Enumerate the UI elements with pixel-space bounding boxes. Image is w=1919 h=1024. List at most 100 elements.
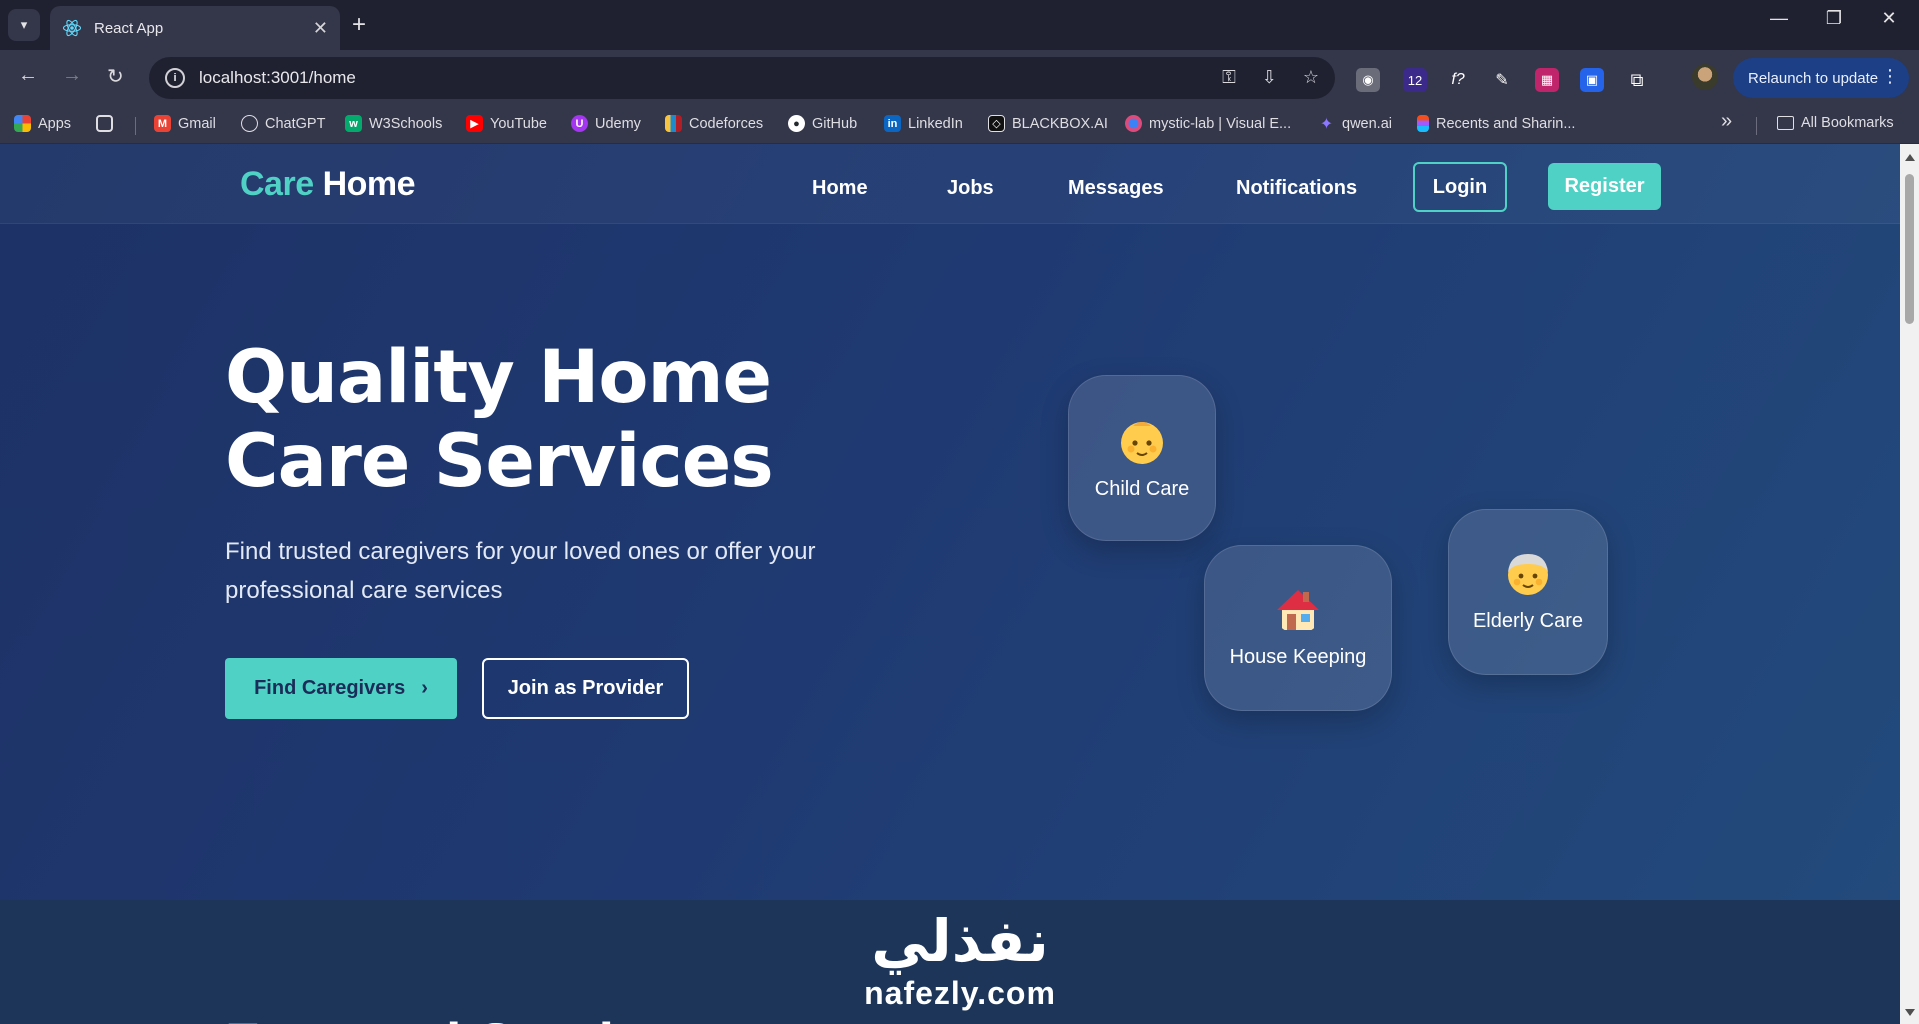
function-extension-icon[interactable]: f?	[1446, 68, 1470, 92]
linkedin-icon: in	[884, 115, 901, 132]
relaunch-label: Relaunch to update	[1748, 69, 1879, 87]
reload-button[interactable]: ↻	[107, 64, 124, 89]
service-label: Elderly Care	[1472, 610, 1584, 632]
watermark-arabic-text: نفذلي	[871, 907, 1049, 975]
service-label: House Keeping	[1229, 646, 1367, 668]
bookmark-label: W3Schools	[369, 115, 443, 132]
scrollbar-thumb[interactable]	[1905, 174, 1914, 324]
chevron-right-icon: ›	[421, 677, 428, 699]
bookmark-label: ChatGPT	[265, 115, 326, 132]
extension-badge-count: 12	[1407, 72, 1423, 88]
tab-search-button[interactable]: ▾	[8, 9, 40, 41]
scroll-up-arrow-icon[interactable]	[1905, 154, 1915, 161]
hero-subtitle: Find trusted caregivers for your loved o…	[225, 538, 816, 604]
udemy-icon: U	[571, 115, 588, 132]
window-extension-icon[interactable]: ▣	[1580, 68, 1604, 92]
tab-groups-button[interactable]	[96, 115, 120, 132]
bookmark-linkedin[interactable]: in LinkedIn	[884, 115, 963, 132]
bookmark-blackbox[interactable]: ◇ BLACKBOX.AI	[988, 115, 1108, 132]
tab-close-icon[interactable]: ✕	[313, 18, 328, 39]
all-bookmarks-button[interactable]: All Bookmarks	[1777, 115, 1894, 131]
register-button[interactable]: Register	[1548, 163, 1661, 210]
bookmark-separator	[135, 117, 136, 135]
more-bookmarks-chevron-icon[interactable]: »	[1721, 110, 1732, 133]
new-tab-button[interactable]: +	[352, 12, 366, 38]
site-navbar: Care Home Home Jobs Messages Notificatio…	[0, 144, 1900, 224]
service-card-elderly-care[interactable]: Elderly Care	[1448, 509, 1608, 675]
nav-home-link[interactable]: Home	[812, 177, 868, 200]
bookmark-mystic-lab[interactable]: mystic-lab | Visual E...	[1125, 115, 1291, 132]
baby-face-icon	[1121, 422, 1163, 464]
older-person-icon	[1508, 554, 1548, 595]
site-info-icon[interactable]: i	[165, 68, 185, 88]
bookmark-codeforces[interactable]: Codeforces	[665, 115, 763, 132]
youtube-icon: ▶	[466, 115, 483, 132]
nafezly-watermark: نفذلي nafezly.com	[840, 900, 1080, 1024]
window-close-button[interactable]: ✕	[1864, 8, 1914, 29]
extensions-puzzle-icon[interactable]: ⧉	[1625, 68, 1649, 92]
page-scrollbar[interactable]	[1900, 144, 1919, 1024]
bookmark-apps[interactable]: Apps	[14, 115, 71, 132]
chatgpt-icon	[241, 115, 258, 132]
nav-jobs-link[interactable]: Jobs	[947, 177, 994, 200]
menu-dots-icon[interactable]: ⋮	[1881, 66, 1899, 87]
bookmark-figma-recents[interactable]: Recents and Sharin...	[1417, 115, 1575, 132]
w3schools-icon: w	[345, 115, 362, 132]
bookmark-github[interactable]: ● GitHub	[788, 115, 857, 132]
bookmark-label: Gmail	[178, 115, 216, 132]
address-text[interactable]: localhost:3001/home	[199, 68, 356, 88]
find-caregivers-label: Find Caregivers	[254, 677, 406, 699]
password-key-icon[interactable]: ⚿	[1222, 67, 1236, 88]
bookmark-label: Codeforces	[689, 115, 764, 132]
find-caregivers-button[interactable]: Find Caregivers ›	[225, 658, 457, 719]
bookmark-label: Udemy	[595, 115, 641, 132]
join-as-provider-button[interactable]: Join as Provider	[482, 658, 689, 719]
forward-button[interactable]: →	[62, 64, 82, 87]
extension-badge-icon[interactable]: 12	[1403, 68, 1427, 92]
bookmark-chatgpt[interactable]: ChatGPT	[241, 115, 325, 132]
mystic-lab-icon	[1125, 115, 1142, 132]
bookmark-w3schools[interactable]: w W3Schools	[345, 115, 442, 132]
service-card-child-care[interactable]: Child Care	[1068, 375, 1216, 541]
bookmark-gmail[interactable]: M Gmail	[154, 115, 216, 132]
address-bar[interactable]: i localhost:3001/home ⚿ ⇩ ☆	[149, 57, 1335, 99]
bookmark-qwen[interactable]: ✦ qwen.ai	[1318, 115, 1392, 133]
blackbox-icon: ◇	[988, 115, 1005, 132]
relaunch-button[interactable]: Relaunch to update ⋮	[1733, 58, 1909, 98]
featured-services-section: Featured Services نفذلي nafezly.com	[0, 900, 1900, 1024]
bookmark-youtube[interactable]: ▶ YouTube	[466, 115, 547, 132]
figma-icon	[1417, 115, 1429, 132]
profile-avatar[interactable]	[1692, 64, 1718, 90]
browser-toolbar: ← → ↻ i localhost:3001/home ⚿ ⇩ ☆ ◉ 12 f…	[0, 50, 1919, 106]
camera-extension-icon[interactable]: ◉	[1356, 68, 1380, 92]
bookmark-label: mystic-lab | Visual E...	[1149, 115, 1292, 132]
bookmark-star-icon[interactable]: ☆	[1303, 67, 1319, 88]
react-logo-icon	[62, 19, 82, 37]
bookmark-label: LinkedIn	[908, 115, 963, 132]
restore-button[interactable]: ❐	[1809, 8, 1859, 29]
active-tab[interactable]: React App ✕	[50, 6, 340, 50]
grid-extension-icon[interactable]: ▦	[1535, 68, 1559, 92]
scroll-down-arrow-icon[interactable]	[1905, 1009, 1915, 1016]
color-picker-extension-icon[interactable]: ✎	[1490, 68, 1514, 92]
apps-grid-icon	[14, 115, 31, 132]
service-card-house-keeping[interactable]: House Keeping	[1204, 545, 1392, 711]
login-button[interactable]: Login	[1413, 162, 1507, 212]
logo-home-text: Home	[322, 165, 416, 203]
bookmark-udemy[interactable]: U Udemy	[571, 115, 641, 132]
logo-care-text: Care	[240, 165, 314, 203]
tab-title: React App	[94, 19, 164, 37]
install-app-icon[interactable]: ⇩	[1262, 67, 1277, 88]
minimize-button[interactable]: —	[1754, 8, 1804, 29]
back-button[interactable]: ←	[18, 64, 38, 87]
watermark-latin-text: nafezly.com	[864, 975, 1056, 1011]
site-logo[interactable]: Care Home	[240, 165, 416, 204]
bookmark-label: Recents and Sharin...	[1436, 115, 1576, 132]
nav-messages-link[interactable]: Messages	[1068, 177, 1164, 200]
service-label: Child Care	[1094, 478, 1190, 500]
bookmark-label: GitHub	[812, 115, 858, 132]
nav-notifications-link[interactable]: Notifications	[1236, 177, 1357, 200]
tab-strip: ▾ React App ✕ + — ❐ ✕	[0, 0, 1919, 50]
qwen-icon: ✦	[1319, 115, 1334, 133]
bookmark-separator	[1756, 117, 1757, 135]
